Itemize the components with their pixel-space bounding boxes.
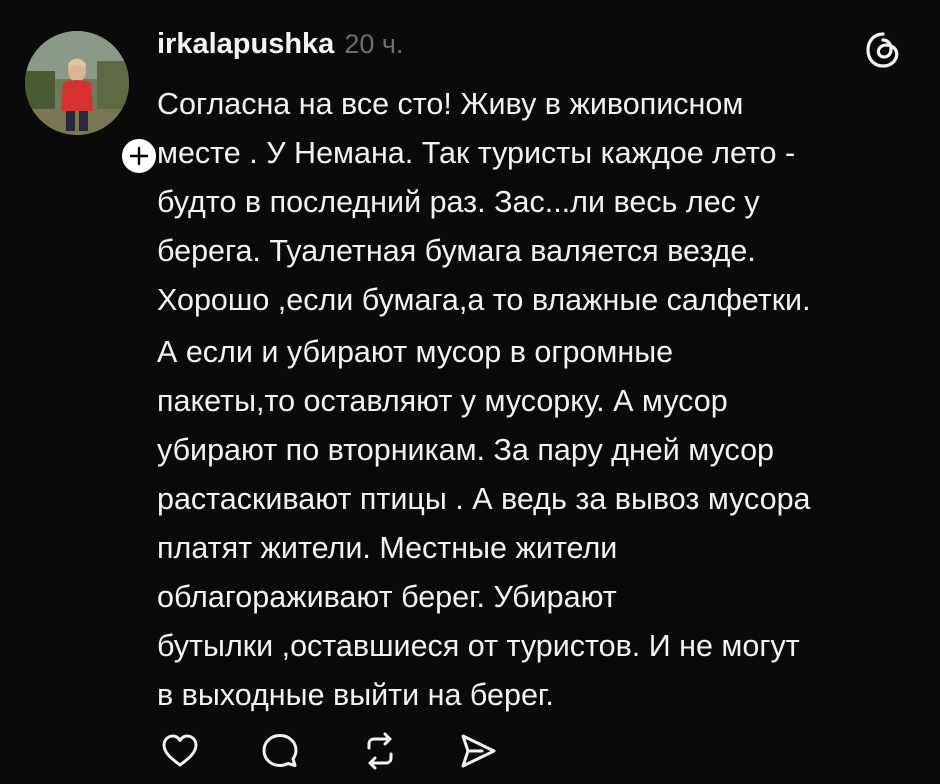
text-line: в выходные выйти на берег. <box>157 678 554 712</box>
avatar[interactable] <box>25 31 129 135</box>
avatar-photo <box>25 31 129 135</box>
avatar-container <box>25 31 160 177</box>
text-line: Хорошо ,если бумага,а то влажные салфетк… <box>157 283 811 317</box>
text-line: облагораживают берег. Убирают <box>157 580 617 614</box>
plus-icon <box>129 146 149 166</box>
post-paragraph: А если и убирают мусор в огромные пакеты… <box>157 328 927 720</box>
post-text: Согласна на все сто! Живу в живописном м… <box>157 80 927 720</box>
post-paragraph: Согласна на все сто! Живу в живописном м… <box>157 80 927 325</box>
text-line: платят жители. Местные жители <box>157 531 618 565</box>
comment-icon <box>262 734 298 767</box>
send-icon <box>461 734 496 768</box>
share-button[interactable] <box>458 731 498 771</box>
heart-icon <box>162 734 198 767</box>
post-header: irkalapushka 20 ч. <box>157 28 403 68</box>
text-line: берега. Туалетная бумага валяется везде. <box>157 234 756 268</box>
threads-logo-icon[interactable] <box>864 31 902 69</box>
text-line: месте . У Немана. Так туристы каждое лет… <box>157 136 796 170</box>
timestamp: 20 ч. <box>344 29 404 59</box>
repost-button[interactable] <box>360 731 400 771</box>
text-line: растаскивают птицы . А ведь за вывоз мус… <box>157 482 811 516</box>
text-line: пакеты,то оставляют у мусорку. А мусор <box>157 384 728 418</box>
text-line: будто в последний раз. Зас...ли весь лес… <box>157 185 760 219</box>
text-line: убирают по вторникам. За пару дней мусор <box>157 433 775 467</box>
username[interactable]: irkalapushka <box>157 28 334 61</box>
reply-button[interactable] <box>260 731 300 771</box>
follow-button[interactable] <box>118 135 160 177</box>
text-line: бутылки ,оставшиеся от туристов. И не мо… <box>157 629 800 663</box>
thread-post: irkalapushka 20 ч. Согласна на все сто! … <box>0 0 940 784</box>
repost-icon <box>367 732 393 770</box>
text-line: А если и убирают мусор в огромные <box>157 335 674 369</box>
text-line: Согласна на все сто! Живу в живописном <box>157 87 744 121</box>
like-button[interactable] <box>160 731 200 771</box>
